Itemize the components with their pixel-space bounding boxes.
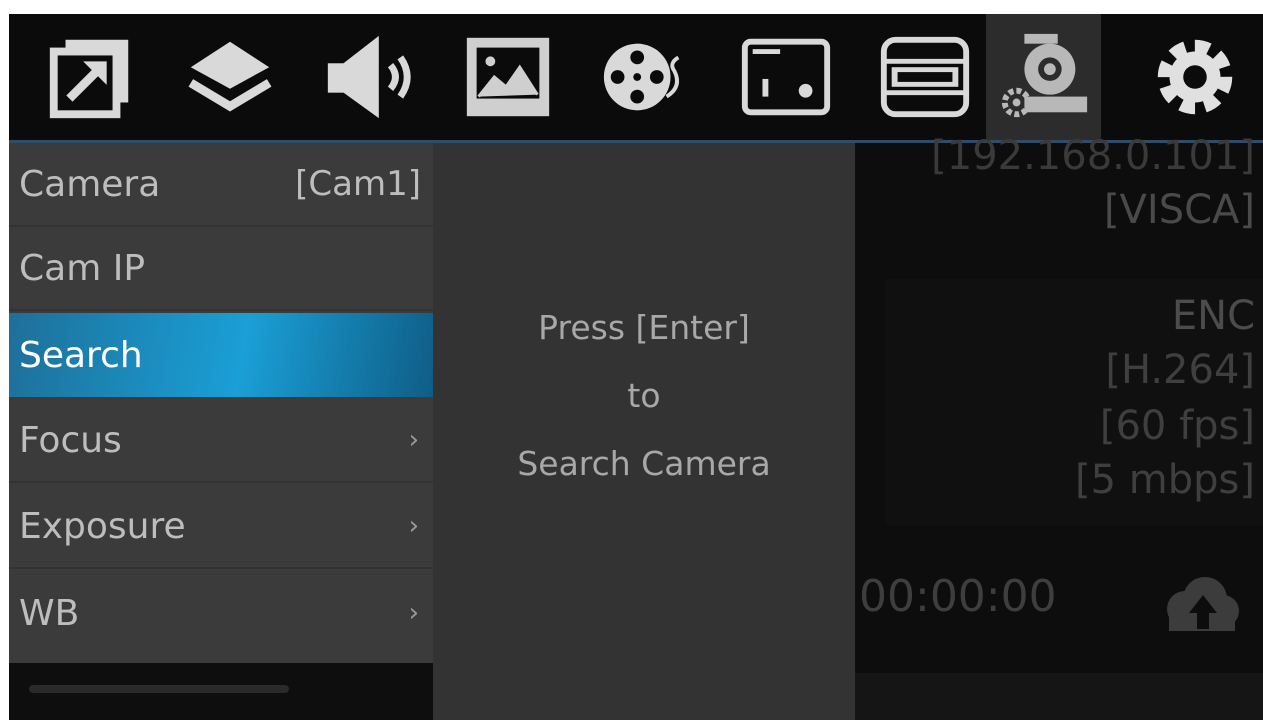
menu-footer bbox=[9, 663, 433, 720]
menu-item-exposure[interactable]: Exposure › bbox=[9, 485, 433, 569]
gear-icon[interactable] bbox=[1137, 14, 1252, 140]
chevron-right-icon: › bbox=[408, 511, 419, 541]
status-footer bbox=[855, 673, 1263, 720]
top-toolbar bbox=[9, 14, 1263, 140]
menu-item-camera[interactable]: Camera [Cam1] bbox=[9, 143, 433, 227]
instruction-line-2: to bbox=[627, 376, 661, 415]
menu-item-label: Focus bbox=[19, 419, 122, 461]
instruction-line-1: Press [Enter] bbox=[538, 308, 750, 347]
menu-item-label: Cam IP bbox=[19, 247, 146, 289]
menu-item-label: Search bbox=[19, 334, 143, 376]
image-icon[interactable] bbox=[450, 14, 565, 140]
audio-icon[interactable] bbox=[311, 14, 426, 140]
media-reel-icon[interactable] bbox=[589, 14, 704, 140]
camera-value: [Cam1] bbox=[295, 164, 421, 204]
encoder-label: ENC bbox=[1171, 293, 1255, 339]
menu-item-label: WB bbox=[19, 592, 80, 634]
status-panel: [192.168.0.101] [VISCA] ENC [H.264] [60 … bbox=[855, 133, 1263, 720]
chevron-right-icon: › bbox=[408, 425, 419, 455]
codec-readout: [H.264] bbox=[1105, 347, 1255, 393]
menu-item-cam-ip[interactable]: Cam IP bbox=[9, 227, 433, 311]
menu-item-label: Camera bbox=[19, 163, 161, 205]
output-window-icon[interactable] bbox=[33, 14, 148, 140]
menu-footer-bar bbox=[29, 685, 289, 693]
menu-item-focus[interactable]: Focus › bbox=[9, 399, 433, 483]
camera-control-screen: Camera [Cam1] Cam IP Search Focus › Expo… bbox=[9, 14, 1263, 720]
menu-item-label: Exposure bbox=[19, 505, 186, 547]
hdmi-icon[interactable] bbox=[867, 14, 982, 140]
camera-ip-readout: [192.168.0.101] bbox=[931, 133, 1255, 179]
search-instructions: Press [Enter] to Search Camera bbox=[433, 294, 855, 498]
instruction-line-3: Search Camera bbox=[517, 444, 771, 483]
layers-icon[interactable] bbox=[172, 14, 287, 140]
camera-menu: Camera [Cam1] Cam IP Search Focus › Expo… bbox=[9, 143, 433, 663]
display-panel-icon[interactable] bbox=[728, 14, 843, 140]
stream-timer: 00:00:00 bbox=[859, 571, 1057, 622]
menu-item-wb[interactable]: WB › bbox=[9, 571, 433, 655]
cloud-upload-icon[interactable] bbox=[1155, 571, 1245, 641]
fps-readout: [60 fps] bbox=[1099, 403, 1255, 449]
ptz-camera-settings-icon[interactable] bbox=[986, 14, 1101, 140]
chevron-right-icon: › bbox=[408, 598, 419, 628]
protocol-readout: [VISCA] bbox=[1103, 187, 1255, 233]
menu-item-search[interactable]: Search bbox=[9, 313, 433, 397]
search-info-panel: Press [Enter] to Search Camera bbox=[433, 143, 855, 720]
bitrate-readout: [5 mbps] bbox=[1075, 457, 1255, 503]
